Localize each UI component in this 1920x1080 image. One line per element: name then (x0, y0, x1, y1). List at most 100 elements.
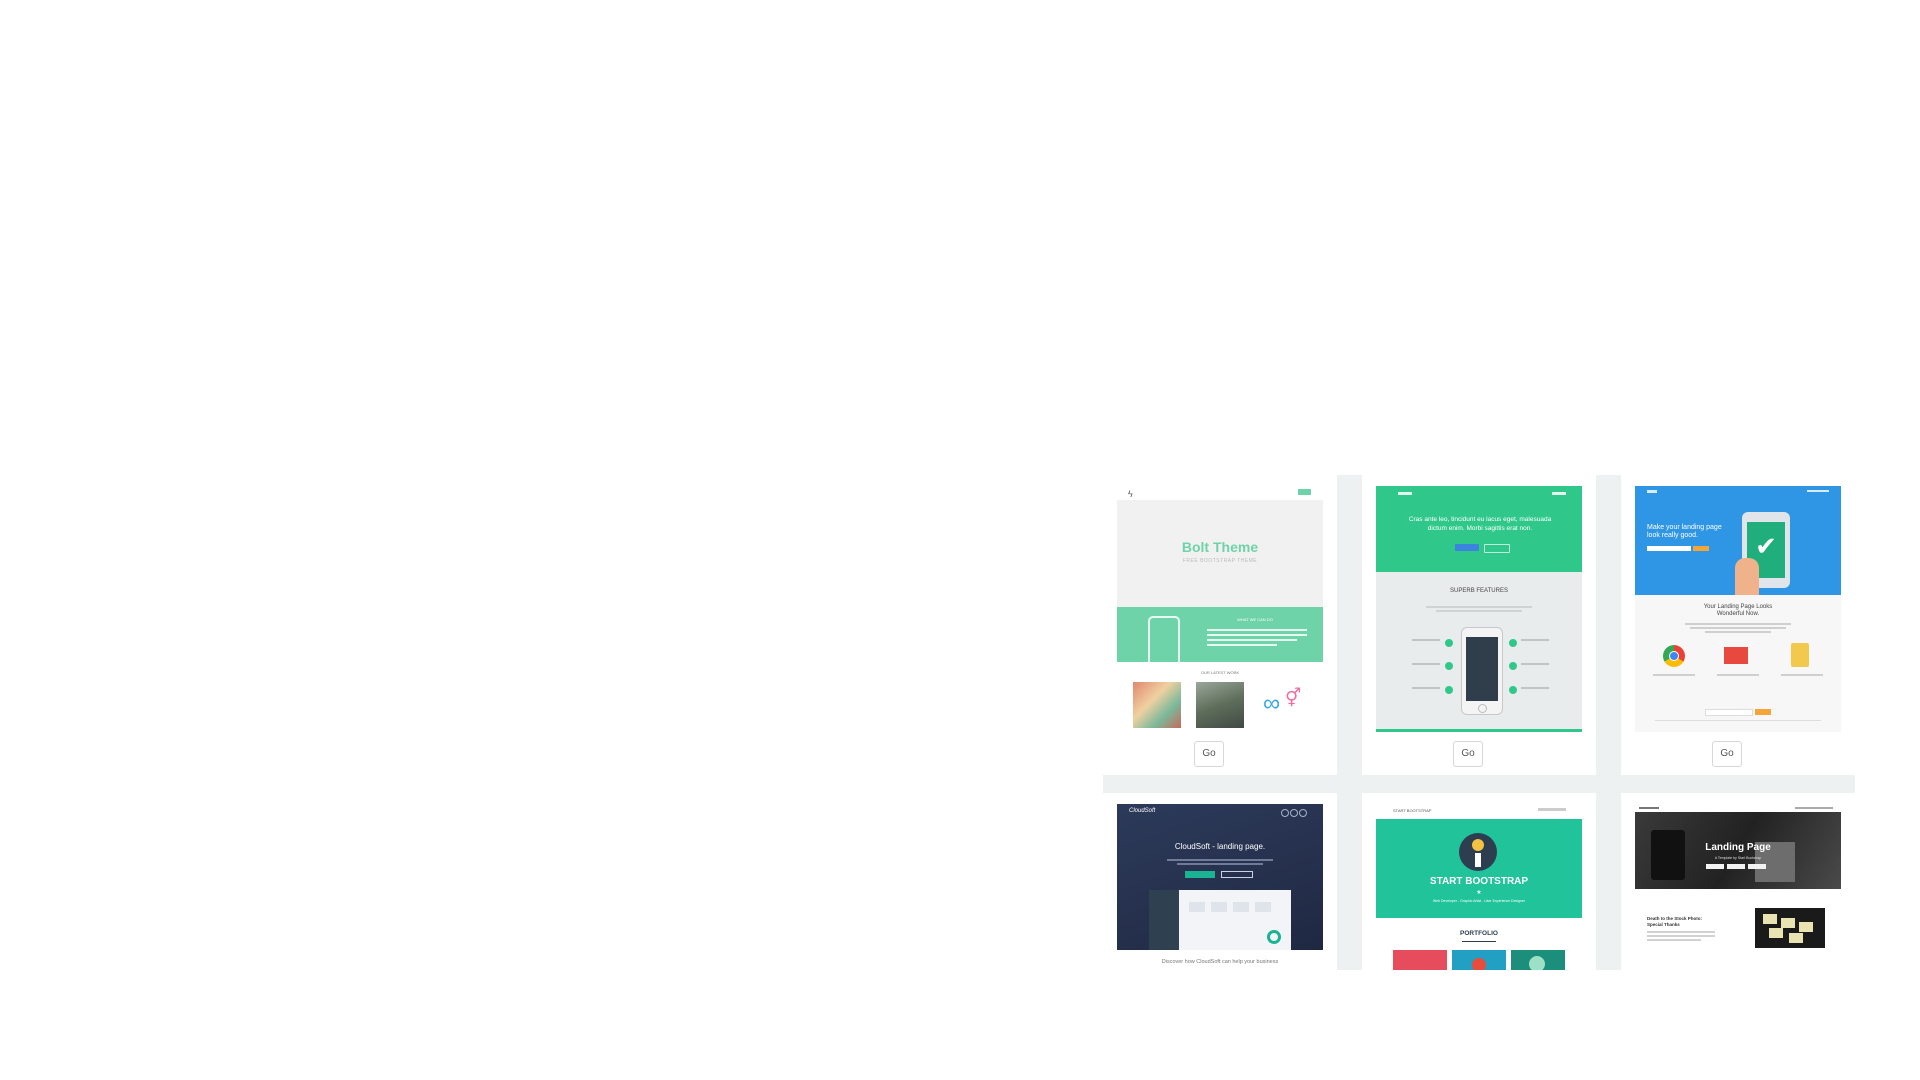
feature-text-line (1521, 687, 1549, 689)
blue-feature-line (1717, 674, 1759, 676)
lp-hero: Landing Page A Template by Start Bootstr… (1635, 812, 1841, 889)
template-preview-bolt[interactable]: ϟ Bolt Theme FREE BOOTSTRAP THEME WHAT W… (1117, 486, 1323, 732)
features-nav (1552, 492, 1566, 495)
sb-hero: START BOOTSTRAP ★ Web Developer - Graphi… (1376, 819, 1582, 918)
template-preview-landing-blue[interactable]: Make your landing page look really good.… (1635, 486, 1841, 732)
social-icon (1299, 809, 1307, 817)
feature-text-line (1521, 639, 1549, 641)
check-icon (1445, 662, 1453, 670)
portfolio-item (1452, 950, 1506, 970)
bolt-hero-title: Bolt Theme (1181, 539, 1259, 555)
feature-text-line (1412, 639, 1440, 641)
features-hero-text: Cras ante leo, tincidunt eu lacus eget, … (1408, 516, 1552, 532)
portfolio-item-circle (1529, 956, 1545, 970)
sb-nav-brand: START BOOTSTRAP (1393, 808, 1432, 813)
lp-text-line (1647, 931, 1715, 933)
lp-nav-brand (1635, 804, 1841, 812)
bolt-work-thumb (1196, 682, 1244, 728)
features-bottom-bar (1376, 729, 1582, 732)
phone-screen (1466, 637, 1498, 701)
blue-hero-text: Make your landing page look really good. (1647, 524, 1722, 539)
infinity-icon: ∞ (1263, 690, 1281, 717)
blue-intro-line (1705, 631, 1771, 633)
document-icon (1791, 643, 1809, 667)
bolt-work-thumb (1133, 682, 1181, 728)
bolt-nav-bar (1117, 486, 1323, 500)
dashboard-chart (1267, 930, 1281, 944)
avatar (1459, 833, 1497, 871)
features-learn-button (1484, 544, 1510, 553)
dashboard-stat (1189, 902, 1205, 912)
feature-text-line (1412, 687, 1440, 689)
template-card-start-bootstrap[interactable]: START BOOTSTRAP START BOOTSTRAP ★ Web De… (1362, 793, 1596, 970)
check-icon (1509, 639, 1517, 647)
template-card-bolt[interactable]: ϟ Bolt Theme FREE BOOTSTRAP THEME WHAT W… (1103, 475, 1337, 775)
blue-divider (1655, 720, 1821, 721)
blue-feature-line (1653, 674, 1695, 676)
template-card-landing-page[interactable]: Landing Page A Template by Start Bootstr… (1621, 793, 1855, 970)
cloudsoft-logo: CloudSoft (1129, 808, 1156, 814)
feature-text-line (1521, 663, 1549, 665)
go-button[interactable]: Go (1194, 741, 1224, 767)
template-preview-features[interactable]: Cras ante leo, tincidunt eu lacus eget, … (1376, 486, 1582, 732)
template-preview-landing-page[interactable]: Landing Page A Template by Start Bootstr… (1635, 804, 1841, 970)
template-card-features[interactable]: Cras ante leo, tincidunt eu lacus eget, … (1362, 475, 1596, 775)
lp-text-line (1647, 935, 1715, 937)
bolt-band-text-line (1207, 634, 1307, 636)
blue-subheading: Your Landing Page Looks Wonderful Now. (1703, 604, 1773, 617)
template-card-cloudsoft[interactable]: CloudSoft CloudSoft - landing page. Disc… (1103, 793, 1337, 970)
blue-email-input (1647, 546, 1691, 551)
checkmark-icon: ✔ (1755, 531, 1777, 561)
portfolio-item (1511, 950, 1565, 970)
cloudsoft-tagline-line (1167, 859, 1273, 861)
portfolio-item (1393, 950, 1447, 970)
go-button[interactable]: Go (1453, 741, 1483, 767)
features-intro-line (1436, 610, 1522, 612)
blue-bottom-input (1705, 709, 1753, 716)
sb-hero-tagline: Web Developer - Graphic Artist - User Ex… (1432, 899, 1526, 903)
bolt-green-band: WHAT WE CAN DO (1117, 607, 1323, 664)
bolt-work-section: OUR LATEST WORK ∞ ⚥ (1117, 662, 1323, 732)
phone-outline-icon (1148, 616, 1180, 664)
lp-nav-links (1795, 807, 1833, 809)
go-button[interactable]: Go (1712, 741, 1742, 767)
template-preview-cloudsoft[interactable]: CloudSoft CloudSoft - landing page. Disc… (1117, 804, 1323, 970)
template-card-landing-blue[interactable]: Make your landing page look really good.… (1621, 475, 1855, 775)
cloudsoft-hero: CloudSoft CloudSoft - landing page. (1117, 804, 1323, 950)
dashboard-stat (1211, 902, 1227, 912)
dashboard-stat (1255, 902, 1271, 912)
features-hero: Cras ante leo, tincidunt eu lacus eget, … (1376, 486, 1582, 572)
bolt-work-heading: OUR LATEST WORK (1200, 670, 1240, 675)
lp-section-heading: Death to the Stock Photo: Special Thanks (1647, 916, 1702, 927)
gender-symbol-icon: ⚥ (1285, 688, 1302, 708)
bolt-band-heading: WHAT WE CAN DO (1237, 617, 1273, 622)
phone-mockup (1461, 627, 1503, 715)
features-download-button (1455, 544, 1479, 551)
lp-text-line (1647, 939, 1701, 941)
dashboard-preview (1149, 890, 1291, 950)
bolt-work-thumb: ∞ ⚥ (1259, 682, 1307, 728)
lp-tablet (1651, 830, 1685, 880)
lp-hero-subtitle: A Template by Start Bootstrap (1714, 856, 1762, 860)
blue-signup-button (1693, 546, 1709, 551)
bolt-nav-button (1298, 489, 1311, 495)
template-preview-start-bootstrap[interactable]: START BOOTSTRAP START BOOTSTRAP ★ Web De… (1376, 804, 1582, 970)
chrome-icon-center (1669, 651, 1679, 661)
sticky-note (1789, 933, 1803, 943)
features-logo (1398, 492, 1412, 495)
features-heading: SUPERB FEATURES (1450, 588, 1508, 594)
feature-text-line (1412, 663, 1440, 665)
blue-intro-line (1685, 623, 1791, 625)
avatar-body (1475, 853, 1481, 867)
sticky-note (1781, 918, 1795, 928)
bolt-hero-subtitle: FREE BOOTSTRAP THEME (1182, 558, 1258, 564)
lp-sticky-notes-photo (1755, 908, 1825, 948)
blue-hero: Make your landing page look really good.… (1635, 486, 1841, 595)
sb-hero-title: START BOOTSTRAP (1429, 876, 1529, 887)
sticky-note (1769, 928, 1783, 938)
portfolio-heading: PORTFOLIO (1460, 930, 1498, 937)
check-icon (1445, 639, 1453, 647)
portfolio-divider (1462, 941, 1496, 942)
blue-intro-line (1690, 627, 1786, 629)
check-icon (1509, 662, 1517, 670)
